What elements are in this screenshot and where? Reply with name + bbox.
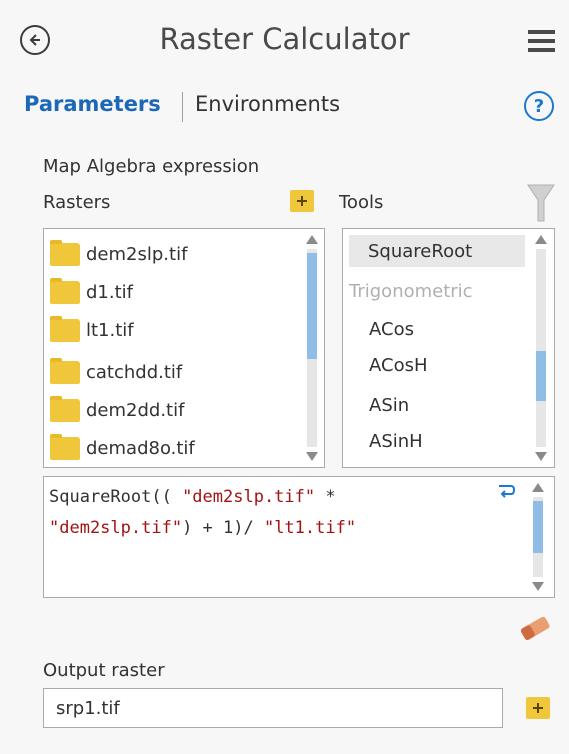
menu-button[interactable] [528, 30, 555, 52]
raster-item-label: lt1.tif [86, 319, 134, 341]
expr-string: "dem2slp.tif" [49, 518, 183, 538]
tools-list[interactable]: SquareRoot Trigonometric ACos ACosH ASin… [342, 228, 555, 468]
scroll-thumb[interactable] [533, 501, 543, 553]
raster-item[interactable]: dem2slp.tif [50, 235, 187, 273]
tab-parameters[interactable]: Parameters [24, 92, 161, 116]
folder-icon [50, 433, 80, 460]
eraser-icon[interactable] [517, 614, 553, 642]
expr-operator: ) + 1)/ [182, 518, 264, 538]
raster-item-label: dem2dd.tif [86, 399, 185, 421]
tool-item[interactable]: ASinH [349, 425, 525, 457]
tab-environments[interactable]: Environments [195, 92, 340, 116]
tool-item[interactable]: ACos [349, 313, 525, 345]
tool-item[interactable]: ASin [349, 389, 525, 421]
raster-item[interactable]: dem2dd.tif [50, 391, 184, 429]
output-raster-input[interactable] [43, 688, 503, 728]
raster-item-label: dem2slp.tif [86, 243, 188, 265]
tools-scrollbar[interactable] [532, 229, 549, 467]
raster-item-label: demad8o.tif [86, 437, 195, 459]
raster-item[interactable]: catchdd.tif [50, 353, 182, 391]
raster-item[interactable]: demad8o.tif [50, 429, 195, 467]
expression-editor[interactable]: SquareRoot(( "dem2slp.tif" * "dem2slp.ti… [43, 476, 555, 598]
scroll-down-icon[interactable] [532, 582, 544, 591]
browse-output-icon[interactable] [526, 697, 550, 719]
raster-item-label: d1.tif [86, 281, 133, 303]
scroll-thumb[interactable] [307, 253, 317, 359]
scroll-up-icon[interactable] [532, 483, 544, 492]
raster-item[interactable]: lt1.tif [50, 311, 134, 349]
map-algebra-label: Map Algebra expression [43, 156, 260, 177]
scroll-down-icon[interactable] [535, 452, 547, 461]
tool-category-label: Trigonometric [349, 280, 473, 302]
page-title: Raster Calculator [159, 22, 410, 56]
scroll-track[interactable] [536, 249, 546, 447]
expr-operator: * [315, 487, 336, 507]
expression-text[interactable]: SquareRoot(( "dem2slp.tif" * "dem2slp.ti… [49, 482, 489, 544]
expr-string: "lt1.tif" [263, 518, 357, 538]
expression-scrollbar[interactable] [529, 477, 546, 597]
scroll-up-icon[interactable] [306, 235, 318, 244]
expr-string: "dem2slp.tif" [182, 487, 316, 507]
tools-label: Tools [339, 192, 384, 213]
output-raster-label: Output raster [43, 660, 165, 681]
rasters-label: Rasters [43, 192, 111, 213]
scroll-thumb[interactable] [536, 351, 546, 401]
word-wrap-icon[interactable] [496, 481, 516, 501]
scroll-down-icon[interactable] [306, 452, 318, 461]
folder-icon [50, 357, 80, 384]
add-raster-icon[interactable] [290, 190, 314, 212]
folder-icon [50, 395, 80, 422]
tool-item-selected[interactable]: SquareRoot [349, 235, 525, 267]
scroll-up-icon[interactable] [535, 235, 547, 244]
expr-function: SquareRoot(( [49, 487, 183, 507]
hamburger-menu-icon-bar [528, 39, 555, 43]
tab-divider [182, 92, 183, 122]
raster-item-label: catchdd.tif [86, 361, 183, 383]
folder-icon [50, 239, 80, 266]
folder-icon [50, 315, 80, 342]
rasters-list[interactable]: dem2slp.tif d1.tif lt1.tif catchdd.tif d… [43, 228, 325, 468]
hamburger-menu-icon-bar [528, 48, 555, 52]
rasters-scrollbar[interactable] [303, 229, 320, 467]
hamburger-menu-icon-bar [528, 30, 555, 34]
raster-item[interactable]: d1.tif [50, 273, 133, 311]
help-icon[interactable]: ? [524, 91, 554, 121]
folder-icon [50, 277, 80, 304]
tool-item[interactable]: ACosH [349, 349, 525, 381]
filter-funnel-icon[interactable] [527, 183, 555, 223]
